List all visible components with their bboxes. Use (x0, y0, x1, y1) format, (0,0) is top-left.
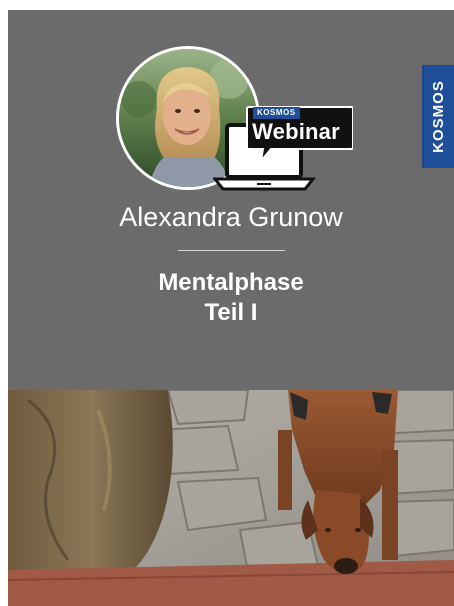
dog-photo (8, 390, 454, 606)
webinar-card: KOSMOS KOSMOS Webinar Alexandra Grunow M… (8, 10, 454, 606)
session-title-line2: Teil I (204, 299, 258, 326)
session-title-line1: Mentalphase (158, 269, 304, 296)
author-name: Alexandra Grunow (119, 202, 343, 232)
kosmos-logo-text: KOSMOS (429, 80, 447, 153)
webinar-label: Webinar (252, 119, 340, 144)
dog-photo-image (8, 390, 454, 606)
header-panel: KOSMOS KOSMOS Webinar Alexandra Grunow M… (8, 10, 454, 390)
webinar-brand-tag: KOSMOS (253, 107, 300, 119)
divider (178, 250, 285, 251)
kosmos-logo-badge: KOSMOS (422, 65, 454, 168)
